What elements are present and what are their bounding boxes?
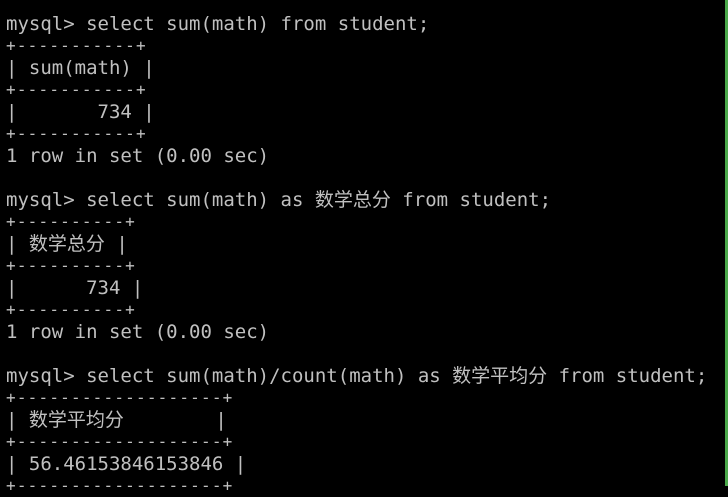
command-line: mysql> select sum(math) as 数学总分 from stu…: [6, 189, 728, 211]
command-text: select sum(math)/count(math) as 数学平均分 fr…: [86, 365, 708, 387]
table-header: | 数学平均分 |: [6, 409, 227, 431]
result-summary: 1 row in set (0.00 sec): [6, 145, 270, 167]
table-header: | 数学总分 |: [6, 233, 128, 255]
table-row: | 56.46153846153846 |: [6, 453, 247, 475]
table-row: | 734 |: [6, 277, 144, 299]
table-border-bottom: +-----------+: [6, 124, 147, 143]
table-border-bottom: +-------------------+: [6, 476, 234, 495]
command-line: mysql> select sum(math) from student;: [6, 13, 728, 35]
result-summary: 1 row in set (0.00 sec): [6, 321, 270, 343]
table-border-mid: +-----------+: [6, 80, 147, 99]
table-border-bottom: +----------+: [6, 300, 136, 319]
prompt: mysql>: [6, 13, 75, 35]
prompt: mysql>: [6, 189, 75, 211]
table-header: | sum(math) |: [6, 57, 155, 79]
table-border-mid: +----------+: [6, 256, 136, 275]
command-line: mysql> select sum(math)/count(math) as 数…: [6, 365, 728, 387]
command-text: select sum(math) as 数学总分 from student;: [86, 189, 552, 211]
table-border-top: +-------------------+: [6, 388, 234, 407]
terminal-window[interactable]: mysql> select sum(math) from student; +-…: [0, 0, 728, 495]
table-border-mid: +-------------------+: [6, 432, 234, 451]
command-text: select sum(math) from student;: [86, 13, 430, 35]
table-border-top: +----------+: [6, 212, 136, 231]
prompt: mysql>: [6, 365, 75, 387]
table-row: | 734 |: [6, 101, 155, 123]
table-border-top: +-----------+: [6, 36, 147, 55]
